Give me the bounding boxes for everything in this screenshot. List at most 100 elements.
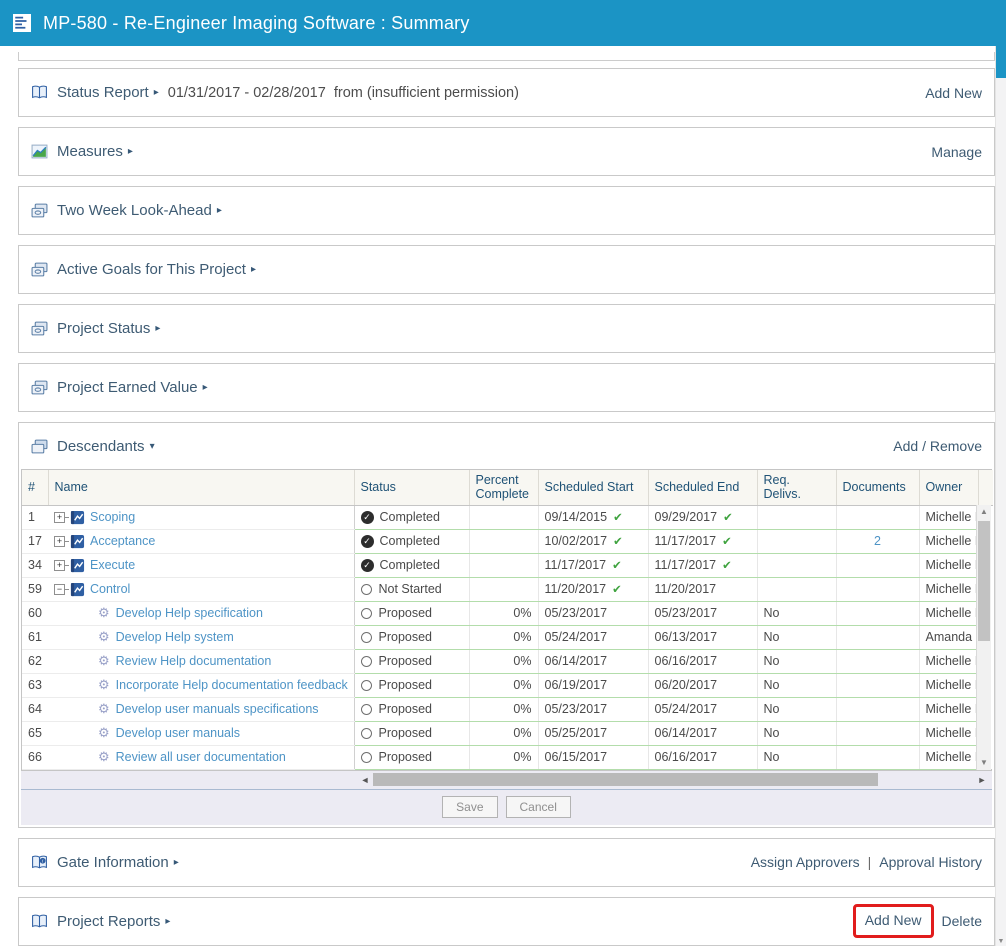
sched-start-date: 09/14/2015 [545,510,608,524]
row-documents-cell [836,697,919,721]
documents-count-link[interactable]: 2 [874,534,881,548]
green-check-icon: ✔ [723,512,733,524]
col-header-sched-end[interactable]: Scheduled End [648,470,757,505]
expand-expander-icon[interactable]: + [54,560,65,571]
vertical-scroll-thumb[interactable] [978,521,990,641]
row-percent-cell: 0% [469,721,538,745]
task-name-link[interactable]: Develop Help specification [116,606,263,620]
collapse-expander-icon[interactable]: − [54,584,65,595]
row-sched-end-cell: 05/23/2017 [648,601,757,625]
project-notebook-icon [70,558,85,573]
task-name-link[interactable]: Develop user manuals [116,726,240,740]
caret-down-icon: ▾ [150,441,155,452]
caret-right-icon: ▸ [174,857,179,868]
cancel-button[interactable]: Cancel [506,796,571,818]
scroll-right-arrow[interactable]: ► [976,775,988,785]
page-scroll-down-arrow[interactable]: ▼ [996,938,1006,945]
sched-end-date: 11/20/2017 [655,582,717,596]
descendants-add-remove-link[interactable]: Add / Remove [893,438,982,454]
descendants-link[interactable]: Descendants [57,438,145,455]
status-report-add-new-link[interactable]: Add New [925,85,982,101]
project-notebook-icon [70,534,85,549]
measures-manage-link[interactable]: Manage [931,144,982,160]
expand-expander-icon[interactable]: + [54,512,65,523]
horizontal-scroll-track[interactable] [371,773,976,786]
page-vertical-scrollbar[interactable]: ▼ [995,46,1006,946]
assign-approvers-link[interactable]: Assign Approvers [751,854,860,870]
section-project-status: Project Status ▸ [18,304,995,353]
table-row: 1+Scoping✓Completed09/14/2015✔09/29/2017… [22,505,993,529]
expand-expander-icon[interactable]: + [54,536,65,547]
task-name-link[interactable]: Develop Help system [116,630,234,644]
row-sched-end-cell: 06/16/2017 [648,649,757,673]
status-label: Completed [380,558,440,572]
col-header-owner[interactable]: Owner [919,470,978,505]
col-header-num[interactable]: # [22,470,48,505]
project-reports-link[interactable]: Project Reports [57,913,160,930]
green-check-icon: ✔ [612,584,622,596]
row-sched-end-cell: 11/17/2017✔ [648,553,757,577]
task-name-link[interactable]: Incorporate Help documentation feedback [116,678,348,692]
table-row: 62⚙Review Help documentationProposed0%06… [22,649,993,673]
task-name-link[interactable]: Review all user documentation [116,750,286,764]
row-number-cell: 59 [22,577,48,601]
row-status-cell: ✓Completed [354,505,469,529]
chart-icon [31,143,48,160]
sched-start-date: 06/14/2017 [545,654,608,668]
phase-name-link[interactable]: Scoping [90,510,135,524]
col-header-percent[interactable]: Percent Complete [469,470,538,505]
row-name-cell: ⚙Review Help documentation [48,649,354,673]
row-status-cell: Proposed [354,601,469,625]
col-header-documents[interactable]: Documents [836,470,919,505]
scroll-down-arrow[interactable]: ▼ [977,756,991,770]
status-report-link[interactable]: Status Report [57,84,149,101]
row-percent-cell [469,529,538,553]
project-status-link[interactable]: Project Status [57,320,150,337]
table-horizontal-scrollbar[interactable]: ◄ ► [359,773,988,787]
project-reports-add-new-link[interactable]: Add New [865,912,922,928]
task-name-link[interactable]: Review Help documentation [116,654,272,668]
status-label: Proposed [379,606,433,620]
page-scrollbar-thumb[interactable] [996,46,1006,78]
scroll-left-arrow[interactable]: ◄ [359,775,371,785]
row-status-cell: Proposed [354,745,469,769]
row-name-cell: ⚙Develop Help system [48,625,354,649]
phase-name-link[interactable]: Acceptance [90,534,155,548]
row-owner-cell: Michelle E [919,697,978,721]
project-reports-delete-link[interactable]: Delete [942,913,982,929]
row-documents-cell [836,649,919,673]
status-label: Completed [380,510,440,524]
row-owner-cell: Michelle E [919,649,978,673]
row-status-cell: ✓Completed [354,553,469,577]
row-owner-cell: Michelle E [919,505,978,529]
row-sched-end-cell: 06/13/2017 [648,625,757,649]
phase-name-link[interactable]: Control [90,582,130,596]
row-sched-start-cell: 05/23/2017 [538,601,648,625]
phase-name-link[interactable]: Execute [90,558,135,572]
section-gate-information: i Gate Information ▸ Assign Approvers | … [18,838,995,887]
two-week-look-ahead-link[interactable]: Two Week Look-Ahead [57,202,212,219]
gate-information-link[interactable]: Gate Information [57,854,169,871]
green-check-icon: ✔ [613,512,623,524]
row-sched-start-cell: 05/24/2017 [538,625,648,649]
col-header-sched-start[interactable]: Scheduled Start [538,470,648,505]
row-owner-cell: Michelle E [919,601,978,625]
project-notebook-icon [70,582,85,597]
status-label: Completed [380,534,440,548]
col-header-req-delivs[interactable]: Req. Delivs. [757,470,836,505]
approval-history-link[interactable]: Approval History [879,854,982,870]
table-vertical-scrollbar[interactable]: ▲ ▼ [976,505,991,770]
gear-icon: ⚙ [98,725,110,741]
task-name-link[interactable]: Develop user manuals specifications [116,702,319,716]
col-header-name[interactable]: Name [48,470,354,505]
measures-link[interactable]: Measures [57,143,123,160]
col-header-status[interactable]: Status [354,470,469,505]
project-earned-value-link[interactable]: Project Earned Value [57,379,198,396]
save-button[interactable]: Save [442,796,497,818]
scroll-up-arrow[interactable]: ▲ [977,505,991,519]
row-percent-cell: 0% [469,745,538,769]
active-goals-link[interactable]: Active Goals for This Project [57,261,246,278]
horizontal-scroll-thumb[interactable] [373,773,878,786]
section-measures: Measures ▸ Manage [18,127,995,176]
status-open-icon [361,656,372,667]
